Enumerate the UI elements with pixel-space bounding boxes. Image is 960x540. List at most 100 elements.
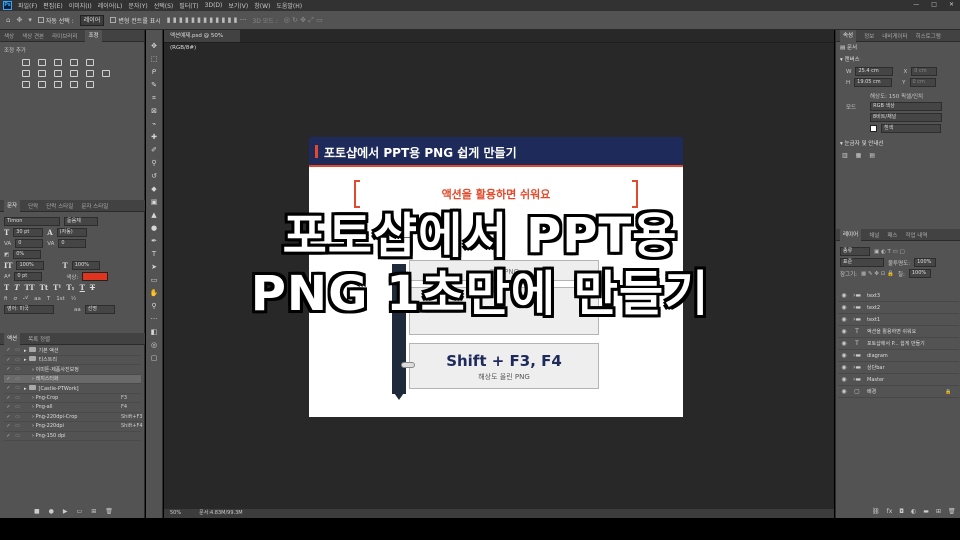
layer-row[interactable]: ◉ ▢ 배경 🔒 — [838, 386, 959, 398]
visibility-eye-icon[interactable]: ◉ — [838, 376, 850, 383]
magic-wand-tool-icon[interactable]: ✎ — [151, 81, 157, 89]
crop-tool-icon[interactable]: ⌗ — [152, 94, 156, 102]
layer-row[interactable]: ◉ ›▬ text1 — [838, 314, 959, 326]
action-dialog-toggle-icon[interactable]: ▭ — [13, 357, 22, 363]
titling-button[interactable]: T — [47, 296, 50, 302]
horizontal-scale-field[interactable]: 100% — [71, 261, 100, 270]
faux-bold-button[interactable]: T — [4, 283, 9, 292]
vibrance-icon[interactable] — [86, 59, 94, 66]
fx-icon[interactable]: fx — [887, 508, 893, 515]
guides-section-row[interactable]: ▾ 눈금자 및 안내선 — [836, 138, 960, 150]
hand-tool-icon[interactable]: ✋ — [150, 289, 159, 297]
tab-histogram[interactable]: 히스토그램 — [916, 32, 941, 40]
action-row[interactable]: ✓ ▭ › Png-all F4 — [4, 403, 141, 413]
kerning-field[interactable]: 0 — [15, 239, 44, 248]
small-caps-button[interactable]: Tt — [40, 283, 48, 292]
disclosure-arrow-icon[interactable]: › — [32, 433, 34, 439]
gradient-map-icon[interactable] — [70, 81, 78, 88]
menu-file[interactable]: 파일(F) — [18, 1, 37, 10]
action-dialog-toggle-icon[interactable]: ▭ — [13, 366, 22, 372]
visibility-eye-icon[interactable]: ◉ — [838, 328, 850, 335]
curves-icon[interactable] — [54, 59, 62, 66]
visibility-eye-icon[interactable]: ◉ — [838, 304, 850, 311]
adjustment-layer-icon[interactable]: ◐ — [911, 508, 916, 515]
grid-icon[interactable]: ▦ — [856, 152, 862, 159]
font-family-select[interactable]: Timon — [4, 217, 60, 226]
layer-row[interactable]: ◉ ›▬ Master — [838, 374, 959, 386]
layer-row[interactable]: ◉ ›▬ 상단bar — [838, 362, 959, 374]
canvas-x-field[interactable]: 0 cm — [911, 67, 938, 76]
ordinal-button[interactable]: 1st — [56, 296, 65, 302]
subscript-button[interactable]: T₁ — [66, 283, 74, 292]
mask-icon[interactable]: ◘ — [899, 508, 904, 515]
color-balance-icon[interactable] — [38, 70, 46, 77]
tab-history[interactable]: 작업 내역 — [905, 231, 927, 239]
tab-paragraph[interactable]: 단락 — [28, 202, 38, 210]
action-row[interactable]: ✓ ▭ ▸ [Castle-PTWork] — [4, 384, 141, 394]
anti-alias-select[interactable]: 선명 — [84, 305, 115, 314]
action-dialog-toggle-icon[interactable]: ▭ — [13, 423, 22, 429]
tab-properties[interactable]: 속성 — [840, 29, 857, 42]
menu-help[interactable]: 도움말(H) — [276, 1, 302, 10]
blur-tool-icon[interactable]: ▲ — [151, 211, 156, 219]
canvas-width-field[interactable]: 25.4 cm — [855, 67, 894, 76]
visibility-eye-icon[interactable]: ◉ — [838, 340, 850, 347]
healing-tool-icon[interactable]: ✚ — [151, 133, 157, 141]
fill-opacity-field[interactable]: 100% — [908, 269, 931, 278]
screen-mode-icon[interactable]: ▢ — [151, 354, 158, 362]
move-tool-icon[interactable]: ✥ — [16, 16, 22, 24]
visibility-eye-icon[interactable]: ◉ — [838, 364, 850, 371]
action-enable-check-icon[interactable]: ✓ — [4, 423, 13, 429]
disclosure-arrow-icon[interactable]: › — [32, 367, 34, 373]
action-row[interactable]: ✓ ▭ › Png-Crop F3 — [4, 394, 141, 403]
canvas-y-field[interactable]: 0 cm — [909, 78, 936, 87]
menu-layer[interactable]: 레이어(L) — [98, 1, 123, 10]
action-enable-check-icon[interactable]: ✓ — [4, 385, 13, 391]
invert-icon[interactable] — [22, 81, 30, 88]
tab-info[interactable]: 정보 — [864, 32, 874, 40]
tab-adjustments[interactable]: 조정 — [85, 29, 102, 42]
font-style-select[interactable]: 돋움체 — [64, 217, 98, 226]
color-mode-select[interactable]: RGB 색상 — [870, 102, 943, 111]
action-enable-check-icon[interactable]: ✓ — [4, 433, 13, 439]
filter-icons[interactable]: ▣ ◐ T ▭ ▢ — [874, 249, 905, 255]
disclosure-arrow-icon[interactable]: ▸ — [24, 348, 27, 354]
ligature-button[interactable]: fi — [4, 296, 7, 302]
brightness-icon[interactable] — [22, 59, 30, 66]
visibility-eye-icon[interactable]: ◉ — [838, 388, 850, 395]
eraser-tool-icon[interactable]: ◆ — [151, 185, 156, 193]
gradient-tool-icon[interactable]: ▣ — [151, 198, 158, 206]
photo-filter-icon[interactable] — [70, 70, 78, 77]
fraction-button[interactable]: ½ — [71, 296, 76, 302]
eyedropper-tool-icon[interactable]: ⌁ — [152, 120, 156, 128]
align-icons[interactable]: ▮ ▮ ▮ ▮ ▮ ▮ ▮ ▮ ▮ ▮ ▮ ▮ ··· — [167, 16, 247, 24]
action-dialog-toggle-icon[interactable]: ▭ — [13, 376, 22, 382]
swash-button[interactable]: 𝒜 — [23, 295, 28, 302]
disclosure-arrow-icon[interactable]: › — [32, 395, 34, 401]
menu-view[interactable]: 보기(V) — [228, 1, 248, 10]
tab-navigator[interactable]: 내비게이터 — [882, 32, 907, 40]
link-icon[interactable]: ⛓ — [872, 508, 880, 515]
foreground-background-icon[interactable]: ◧ — [151, 328, 158, 336]
layer-row[interactable]: ◉ T 액션을 활용하면 쉬워요 — [838, 326, 959, 338]
threshold-icon[interactable] — [54, 81, 62, 88]
maximize-button[interactable]: □ — [931, 1, 937, 8]
selective-color-icon[interactable] — [86, 81, 94, 88]
baseline-shift-field[interactable]: 0 pt — [14, 272, 43, 281]
guides-icon[interactable]: ▤ — [869, 152, 875, 159]
tab-color[interactable]: 색상 — [4, 32, 14, 40]
tab-layers[interactable]: 레이어 — [840, 228, 862, 241]
visibility-eye-icon[interactable]: ◉ — [838, 292, 850, 299]
menu-filter[interactable]: 필터(T) — [179, 1, 198, 10]
stop-icon[interactable]: ■ — [34, 508, 40, 515]
auto-select-checkbox[interactable]: 자동 선택 : — [37, 16, 74, 25]
dodge-tool-icon[interactable]: ● — [151, 224, 157, 232]
visibility-eye-icon[interactable]: ◉ — [838, 316, 850, 323]
disclosure-arrow-icon[interactable]: › — [32, 376, 34, 382]
menu-select[interactable]: 선택(S) — [154, 1, 174, 10]
bit-depth-select[interactable]: 8비트/채널 — [870, 113, 942, 122]
color-lookup-icon[interactable] — [102, 70, 110, 77]
disclosure-arrow-icon[interactable]: › — [32, 423, 34, 429]
more-tools-icon[interactable]: ··· — [151, 315, 158, 323]
history-brush-icon[interactable]: ↺ — [151, 172, 157, 180]
